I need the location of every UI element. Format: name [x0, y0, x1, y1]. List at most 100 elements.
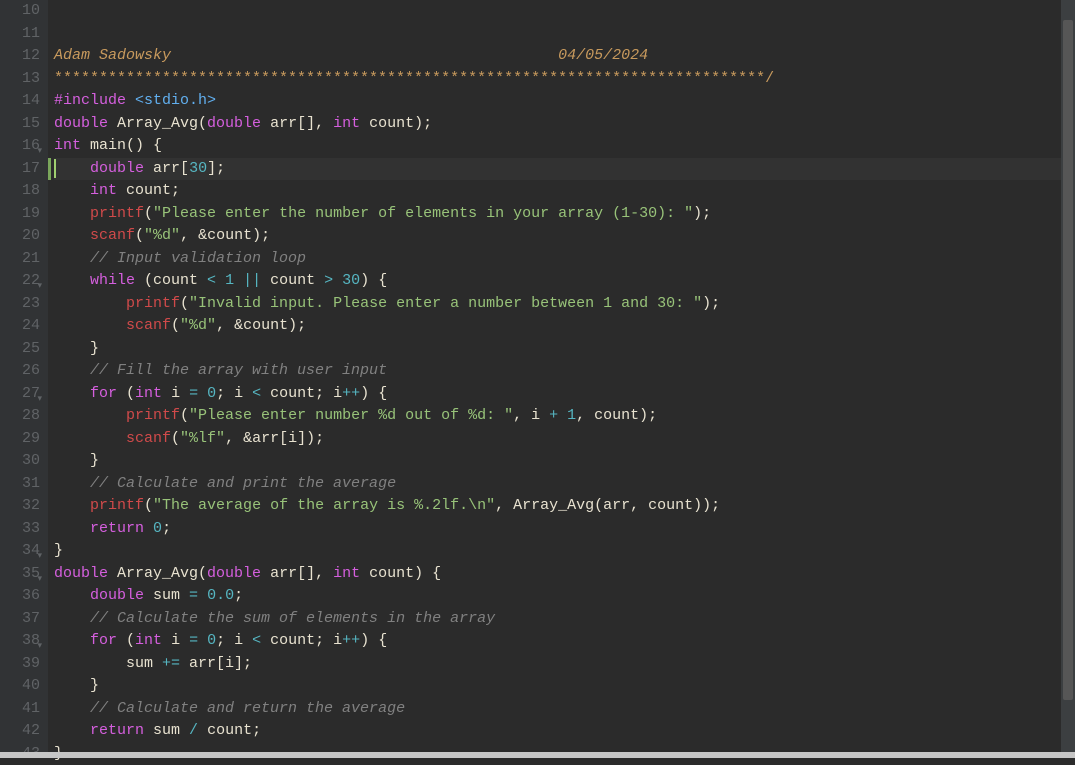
- code-token: "%d": [180, 317, 216, 334]
- line-number[interactable]: 30: [6, 450, 40, 473]
- code-line[interactable]: #include <stdio.h>: [54, 90, 1075, 113]
- code-line[interactable]: }: [54, 450, 1075, 473]
- code-token: ) {: [360, 632, 387, 649]
- scrollbar-track[interactable]: [1061, 0, 1075, 758]
- line-number[interactable]: 23: [6, 293, 40, 316]
- code-token: 1: [225, 272, 234, 289]
- line-number[interactable]: 20: [6, 225, 40, 248]
- code-line[interactable]: // Input validation loop: [54, 248, 1075, 271]
- code-token: arr: [144, 160, 180, 177]
- line-number[interactable]: 14: [6, 90, 40, 113]
- line-number[interactable]: 24: [6, 315, 40, 338]
- line-number[interactable]: 38▾: [6, 630, 40, 653]
- code-line[interactable]: [54, 23, 1075, 46]
- code-line[interactable]: return sum / count;: [54, 720, 1075, 743]
- line-number[interactable]: 31: [6, 473, 40, 496]
- code-token: );: [702, 295, 720, 312]
- code-line[interactable]: printf("Please enter the number of eleme…: [54, 203, 1075, 226]
- line-number[interactable]: 16▾: [6, 135, 40, 158]
- line-number[interactable]: 25: [6, 338, 40, 361]
- code-line[interactable]: sum += arr[i];: [54, 653, 1075, 676]
- line-number[interactable]: 41: [6, 698, 40, 721]
- code-line[interactable]: return 0;: [54, 518, 1075, 541]
- code-line[interactable]: int main() {: [54, 135, 1075, 158]
- line-number[interactable]: 19: [6, 203, 40, 226]
- code-line[interactable]: scanf("%d", &count);: [54, 225, 1075, 248]
- code-token: [54, 632, 90, 649]
- code-token: #include: [54, 92, 135, 109]
- code-token: [54, 722, 90, 739]
- code-token: }: [54, 340, 99, 357]
- code-token: count: [360, 115, 414, 132]
- line-number[interactable]: 27▾: [6, 383, 40, 406]
- code-line[interactable]: ****************************************…: [54, 68, 1075, 91]
- code-token: int: [135, 385, 162, 402]
- code-line[interactable]: while (count < 1 || count > 30) {: [54, 270, 1075, 293]
- line-number[interactable]: 36: [6, 585, 40, 608]
- line-number-gutter[interactable]: 10111213141516▾171819202122▾2324252627▾2…: [0, 0, 48, 758]
- code-token: int: [333, 115, 360, 132]
- line-number[interactable]: 21: [6, 248, 40, 271]
- line-number[interactable]: 33: [6, 518, 40, 541]
- code-token: (: [171, 317, 180, 334]
- line-number[interactable]: 18: [6, 180, 40, 203]
- code-line[interactable]: // Calculate and return the average: [54, 698, 1075, 721]
- code-token: return: [90, 722, 144, 739]
- code-line[interactable]: printf("Invalid input. Please enter a nu…: [54, 293, 1075, 316]
- bottom-bar: [0, 752, 1075, 758]
- line-number[interactable]: 34▾: [6, 540, 40, 563]
- code-line[interactable]: printf("The average of the array is %.2l…: [54, 495, 1075, 518]
- code-token: 0: [207, 385, 216, 402]
- code-line[interactable]: scanf("%d", &count);: [54, 315, 1075, 338]
- line-number[interactable]: 28: [6, 405, 40, 428]
- code-area[interactable]: Adam Sadowsky 04/05/2024 ****************…: [48, 0, 1075, 758]
- code-line[interactable]: for (int i = 0; i < count; i++) {: [54, 383, 1075, 406]
- code-token: (: [198, 115, 207, 132]
- code-line[interactable]: scanf("%lf", &arr[i]);: [54, 428, 1075, 451]
- code-line[interactable]: double arr[30];: [54, 158, 1075, 181]
- line-number[interactable]: 26: [6, 360, 40, 383]
- line-number[interactable]: 29: [6, 428, 40, 451]
- code-line[interactable]: // Fill the array with user input: [54, 360, 1075, 383]
- code-line[interactable]: Adam Sadowsky 04/05/2024: [54, 45, 1075, 68]
- code-line[interactable]: for (int i = 0; i < count; i++) {: [54, 630, 1075, 653]
- code-token: // Calculate the sum of elements in the …: [90, 610, 495, 627]
- code-token: Array_Avg: [108, 115, 198, 132]
- line-number[interactable]: 22▾: [6, 270, 40, 293]
- code-token: Adam Sadowsky: [54, 47, 171, 64]
- code-token: for: [90, 632, 117, 649]
- line-number[interactable]: 37: [6, 608, 40, 631]
- line-number[interactable]: 17: [6, 158, 40, 181]
- code-token: i: [162, 385, 189, 402]
- code-token: count; i: [261, 632, 342, 649]
- line-number[interactable]: 10: [6, 0, 40, 23]
- code-line[interactable]: double sum = 0.0;: [54, 585, 1075, 608]
- code-token: ) {: [360, 272, 387, 289]
- code-line[interactable]: }: [54, 338, 1075, 361]
- code-line[interactable]: }: [54, 675, 1075, 698]
- code-line[interactable]: }: [54, 540, 1075, 563]
- code-line[interactable]: int count;: [54, 180, 1075, 203]
- code-token: ****************************************…: [54, 70, 774, 87]
- code-line[interactable]: [54, 0, 1075, 23]
- code-line[interactable]: // Calculate the sum of elements in the …: [54, 608, 1075, 631]
- scrollbar-thumb[interactable]: [1063, 20, 1073, 700]
- code-line[interactable]: double Array_Avg(double arr[], int count…: [54, 563, 1075, 586]
- code-line[interactable]: // Calculate and print the average: [54, 473, 1075, 496]
- line-number[interactable]: 42: [6, 720, 40, 743]
- line-number[interactable]: 11: [6, 23, 40, 46]
- line-number[interactable]: 12: [6, 45, 40, 68]
- code-line[interactable]: double Array_Avg(double arr[], int count…: [54, 113, 1075, 136]
- line-number[interactable]: 35▾: [6, 563, 40, 586]
- code-token: [54, 227, 90, 244]
- line-number[interactable]: 15: [6, 113, 40, 136]
- code-token: ++: [342, 632, 360, 649]
- line-number[interactable]: 32: [6, 495, 40, 518]
- code-token: printf: [126, 295, 180, 312]
- code-line[interactable]: printf("Please enter number %d out of %d…: [54, 405, 1075, 428]
- code-token: count; i: [261, 385, 342, 402]
- code-token: i: [162, 632, 189, 649]
- line-number[interactable]: 13: [6, 68, 40, 91]
- line-number[interactable]: 39: [6, 653, 40, 676]
- line-number[interactable]: 40: [6, 675, 40, 698]
